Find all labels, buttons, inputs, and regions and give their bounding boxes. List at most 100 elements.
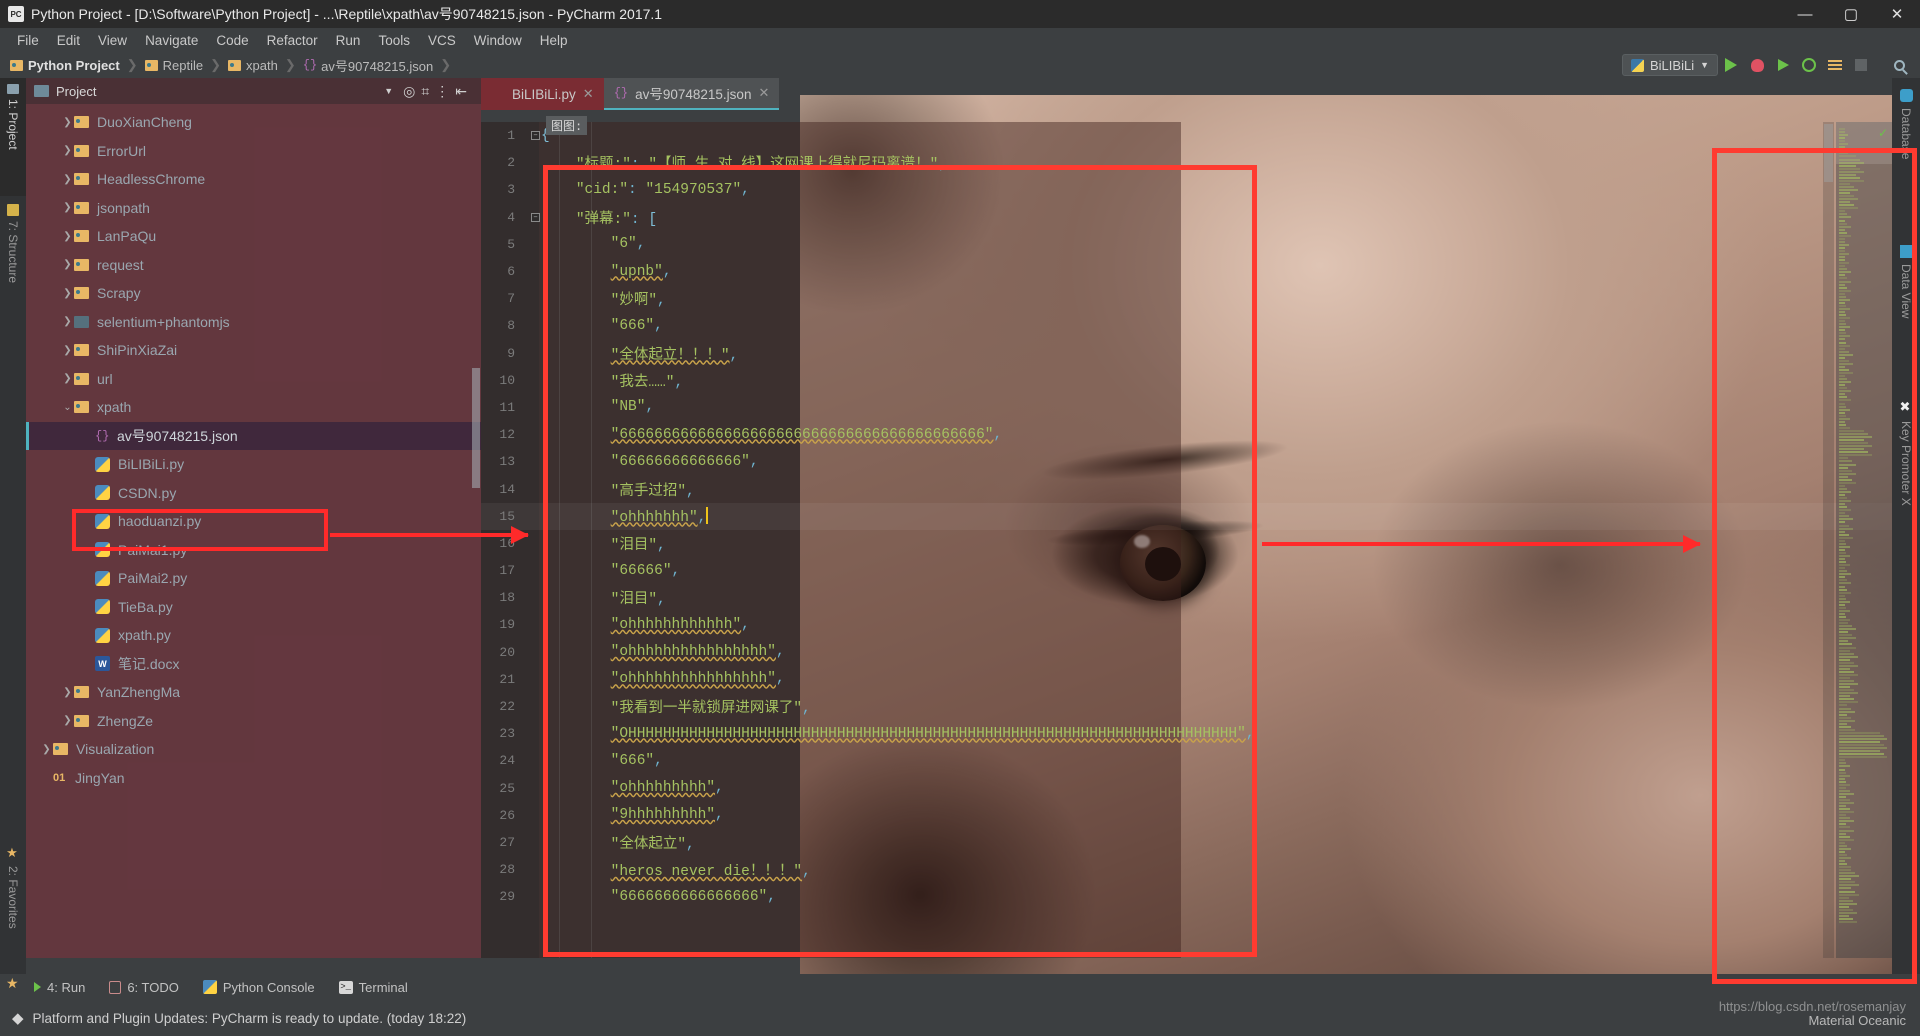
tree-twisty-icon[interactable]: ❯: [61, 373, 74, 384]
tree-twisty-icon[interactable]: ❯: [61, 316, 74, 327]
tool-button-todo[interactable]: 6: TODO: [109, 980, 179, 995]
code-line[interactable]: 24 "666",: [481, 747, 1920, 774]
code-line[interactable]: 21 "ohhhhhhhhhhhhhhhh",: [481, 666, 1920, 693]
tree-row[interactable]: ❯ HeadlessChrome: [26, 165, 481, 194]
tab-json-file[interactable]: {} av号90748215.json ✕: [603, 78, 780, 110]
tab-bilibili-py[interactable]: BiLIBiLi.py ✕: [481, 78, 604, 110]
code-line[interactable]: 17 "66666",: [481, 557, 1920, 584]
status-message[interactable]: Platform and Plugin Updates: PyCharm is …: [33, 1011, 467, 1026]
maximize-button[interactable]: ▢: [1828, 0, 1874, 28]
tree-twisty-icon[interactable]: ❯: [61, 231, 74, 242]
breadcrumb-item-json-file[interactable]: {} av号90748215.json: [303, 56, 433, 75]
tree-row[interactable]: ❯ request: [26, 251, 481, 280]
tree-row[interactable]: W 笔记.docx: [26, 650, 481, 679]
tree-row[interactable]: ❯ Scrapy: [26, 279, 481, 308]
tree-twisty-icon[interactable]: ❯: [61, 145, 74, 156]
tree-twisty-icon[interactable]: ❯: [40, 744, 53, 755]
breadcrumb-item-project[interactable]: Python Project: [10, 58, 120, 73]
menu-item-view[interactable]: View: [89, 31, 136, 50]
tree-row[interactable]: BiLIBiLi.py: [26, 450, 481, 479]
run-button[interactable]: [1718, 54, 1744, 76]
tree-row[interactable]: ❯ ErrorUrl: [26, 137, 481, 166]
tree-row[interactable]: PaiMai2.py: [26, 564, 481, 593]
menu-item-run[interactable]: Run: [327, 31, 370, 50]
debug-button[interactable]: [1744, 54, 1770, 76]
search-everywhere-icon[interactable]: [1886, 54, 1912, 76]
code-line[interactable]: 20 "ohhhhhhhhhhhhhhhh",: [481, 639, 1920, 666]
menu-item-edit[interactable]: Edit: [48, 31, 89, 50]
sidebar-item-structure[interactable]: 7: Structure: [0, 198, 26, 334]
close-button[interactable]: ✕: [1874, 0, 1920, 28]
sidebar-item-database[interactable]: Database: [1892, 82, 1920, 202]
menu-item-refactor[interactable]: Refactor: [258, 31, 327, 50]
menu-item-file[interactable]: File: [8, 31, 48, 50]
code-line[interactable]: 8 "666",: [481, 312, 1920, 339]
tool-button-run[interactable]: 4: Run: [34, 980, 85, 995]
code-fold-icon[interactable]: –: [531, 212, 540, 222]
tree-twisty-icon[interactable]: ⌄: [61, 402, 74, 413]
tree-row[interactable]: ❯ url: [26, 365, 481, 394]
code-line[interactable]: 3 "cid:": "154970537",: [481, 176, 1920, 203]
menu-item-vcs[interactable]: VCS: [419, 31, 465, 50]
code-editor[interactable]: 1–{2 "标题:": "【师 生 对 线】这网课上得就尼玛离谱！", 3 "ci…: [481, 122, 1920, 958]
tool-button-python-console[interactable]: Python Console: [202, 980, 315, 995]
menu-item-window[interactable]: Window: [465, 31, 531, 50]
editor-scrollbar[interactable]: [1823, 122, 1834, 958]
tree-row[interactable]: ❯ jsonpath: [26, 194, 481, 223]
code-fold-icon[interactable]: –: [531, 131, 540, 141]
code-line[interactable]: 27 "全体起立",: [481, 829, 1920, 856]
tree-twisty-icon[interactable]: ❯: [61, 687, 74, 698]
tree-row[interactable]: 01 JingYan: [26, 764, 481, 793]
code-line[interactable]: 29 "6666666666666666",: [481, 883, 1920, 910]
editor-minimap[interactable]: ✓: [1836, 122, 1892, 958]
project-panel-scrollbar[interactable]: [471, 108, 481, 868]
code-line[interactable]: 18 "泪目",: [481, 584, 1920, 611]
tree-twisty-icon[interactable]: ❯: [61, 345, 74, 356]
menu-item-tools[interactable]: Tools: [369, 31, 419, 50]
menu-item-help[interactable]: Help: [531, 31, 577, 50]
code-line[interactable]: 14 "高手过招",: [481, 475, 1920, 502]
target-icon[interactable]: ◎: [403, 83, 415, 100]
chevron-down-icon[interactable]: ▼: [384, 86, 393, 96]
hide-panel-icon[interactable]: ⇤: [455, 83, 467, 100]
close-icon[interactable]: ✕: [758, 85, 769, 101]
code-line[interactable]: 4 – "弹幕:": [: [481, 204, 1920, 231]
tree-row[interactable]: ❯ YanZhengMa: [26, 678, 481, 707]
code-line[interactable]: 12 "666666666666666666666666666666666666…: [481, 421, 1920, 448]
code-line[interactable]: 6 "upnb",: [481, 258, 1920, 285]
code-line[interactable]: 10 "我去……",: [481, 367, 1920, 394]
sidebar-item-data-view[interactable]: Data View: [1892, 238, 1920, 358]
tree-row[interactable]: {} av号90748215.json: [26, 421, 481, 450]
code-line[interactable]: 16 "泪目",: [481, 530, 1920, 557]
code-line[interactable]: 25 "ohhhhhhhhh",: [481, 775, 1920, 802]
code-line[interactable]: 5 "6",: [481, 231, 1920, 258]
tree-twisty-icon[interactable]: ❯: [61, 117, 74, 128]
menu-item-navigate[interactable]: Navigate: [136, 31, 207, 50]
tree-row[interactable]: haoduanzi.py: [26, 507, 481, 536]
stop-button[interactable]: [1848, 54, 1874, 76]
tree-row[interactable]: ❯ Visualization: [26, 735, 481, 764]
code-line[interactable]: 13 "66666666666666",: [481, 448, 1920, 475]
favorites-star-icon[interactable]: ★: [6, 975, 19, 992]
options-icon[interactable]: ⋮: [435, 83, 449, 100]
code-line[interactable]: 28 "heros never die！！！",: [481, 856, 1920, 883]
tree-twisty-icon[interactable]: ❯: [61, 259, 74, 270]
attach-to-process-button[interactable]: [1822, 54, 1848, 76]
tree-row[interactable]: ❯ selentium+phantomjs: [26, 308, 481, 337]
minimize-button[interactable]: —: [1782, 0, 1828, 28]
code-line[interactable]: 7 "妙啊",: [481, 285, 1920, 312]
menu-item-code[interactable]: Code: [207, 31, 257, 50]
tree-row[interactable]: CSDN.py: [26, 479, 481, 508]
code-line[interactable]: 26 "9hhhhhhhhh",: [481, 802, 1920, 829]
sidebar-item-favorites[interactable]: ★ 2: Favorites: [0, 840, 26, 980]
tool-button-terminal[interactable]: >_ Terminal: [338, 980, 408, 995]
tree-twisty-icon[interactable]: ❯: [61, 202, 74, 213]
code-line[interactable]: 22 "我看到一半就锁屏进网课了",: [481, 693, 1920, 720]
run-coverage-button[interactable]: [1770, 54, 1796, 76]
tree-row[interactable]: TieBa.py: [26, 593, 481, 622]
code-line[interactable]: 19 "ohhhhhhhhhhhh",: [481, 611, 1920, 638]
tree-row[interactable]: ❯ ShiPinXiaZai: [26, 336, 481, 365]
code-line[interactable]: 11 "NB",: [481, 394, 1920, 421]
sidebar-item-key-promoter[interactable]: ✖ Key Promoter X: [1892, 393, 1920, 583]
tree-row[interactable]: ❯ ZhengZe: [26, 707, 481, 736]
